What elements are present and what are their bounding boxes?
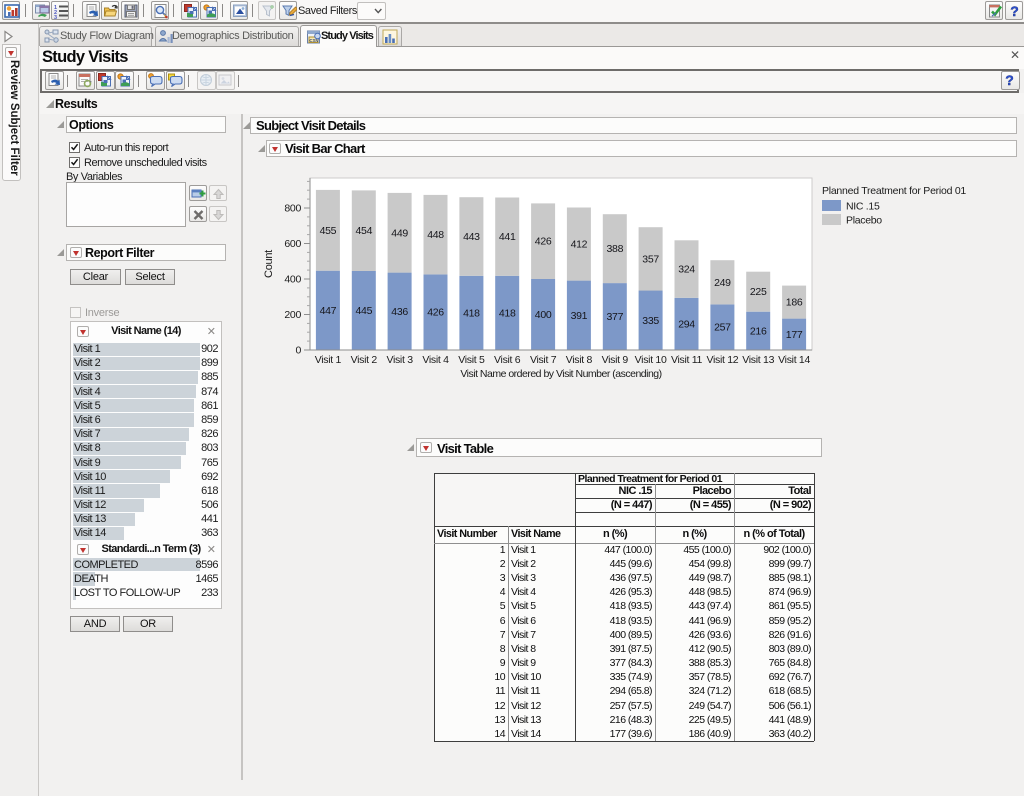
svg-text:391: 391 <box>571 310 588 322</box>
svg-text:388: 388 <box>606 243 623 255</box>
svg-text:Placebo: Placebo <box>846 215 882 227</box>
svg-text:324: 324 <box>678 264 695 276</box>
svg-text:Visit 2: Visit 2 <box>351 354 378 366</box>
svg-text:357: 357 <box>642 253 659 265</box>
svg-text:Visit Name ordered by Visit Nu: Visit Name ordered by Visit Number (asce… <box>460 368 661 380</box>
svg-text:?: ? <box>1010 3 1019 19</box>
svg-text:443: 443 <box>463 231 480 243</box>
svg-text:0: 0 <box>295 345 301 357</box>
svg-text:426: 426 <box>427 307 444 319</box>
svg-text:447: 447 <box>320 305 337 317</box>
svg-text:177: 177 <box>786 329 803 341</box>
svg-text:377: 377 <box>606 311 623 323</box>
svg-text:Visit 6: Visit 6 <box>494 354 521 366</box>
svg-text:454: 454 <box>355 225 372 237</box>
svg-text:445: 445 <box>355 305 372 317</box>
svg-text:335: 335 <box>642 315 659 327</box>
svg-text:436: 436 <box>391 306 408 318</box>
svg-text:441: 441 <box>499 231 516 243</box>
svg-text:418: 418 <box>499 307 516 319</box>
svg-text:NIC .15: NIC .15 <box>846 201 880 213</box>
svg-text:200: 200 <box>284 309 301 321</box>
svg-text:216: 216 <box>750 325 767 337</box>
svg-text:Visit 12: Visit 12 <box>706 354 738 366</box>
svg-text:448: 448 <box>427 229 444 241</box>
svg-text:Planned Treatment for Period 0: Planned Treatment for Period 01 <box>822 185 966 197</box>
svg-text:400: 400 <box>284 274 301 286</box>
svg-text:249: 249 <box>714 277 731 289</box>
svg-text:600: 600 <box>284 238 301 250</box>
svg-text:Visit 11: Visit 11 <box>671 354 703 366</box>
svg-text:Visit 4: Visit 4 <box>422 354 449 366</box>
svg-text:Visit 5: Visit 5 <box>458 354 485 366</box>
svg-text:Visit 8: Visit 8 <box>566 354 593 366</box>
svg-text:186: 186 <box>786 297 803 309</box>
svg-text:Visit 13: Visit 13 <box>742 354 774 366</box>
svg-text:Visit 7: Visit 7 <box>530 354 557 366</box>
svg-text:Count: Count <box>263 250 275 278</box>
svg-text:Visit 1: Visit 1 <box>315 354 342 366</box>
svg-text:449: 449 <box>391 227 408 239</box>
svg-text:Visit 10: Visit 10 <box>635 354 667 366</box>
svg-text:800: 800 <box>284 203 301 215</box>
svg-text:Visit 9: Visit 9 <box>602 354 629 366</box>
svg-text:Visit 3: Visit 3 <box>386 354 413 366</box>
svg-text:257: 257 <box>714 322 731 334</box>
svg-text:225: 225 <box>750 286 767 298</box>
svg-text:400: 400 <box>535 309 552 321</box>
svg-text:412: 412 <box>571 239 588 251</box>
svg-text:426: 426 <box>535 236 552 248</box>
svg-text:3: 3 <box>54 15 57 19</box>
svg-text:455: 455 <box>320 225 337 237</box>
svg-text:?: ? <box>1005 72 1014 88</box>
svg-text:418: 418 <box>463 307 480 319</box>
svg-text:Visit 14: Visit 14 <box>778 354 810 366</box>
svg-text:294: 294 <box>678 318 695 330</box>
